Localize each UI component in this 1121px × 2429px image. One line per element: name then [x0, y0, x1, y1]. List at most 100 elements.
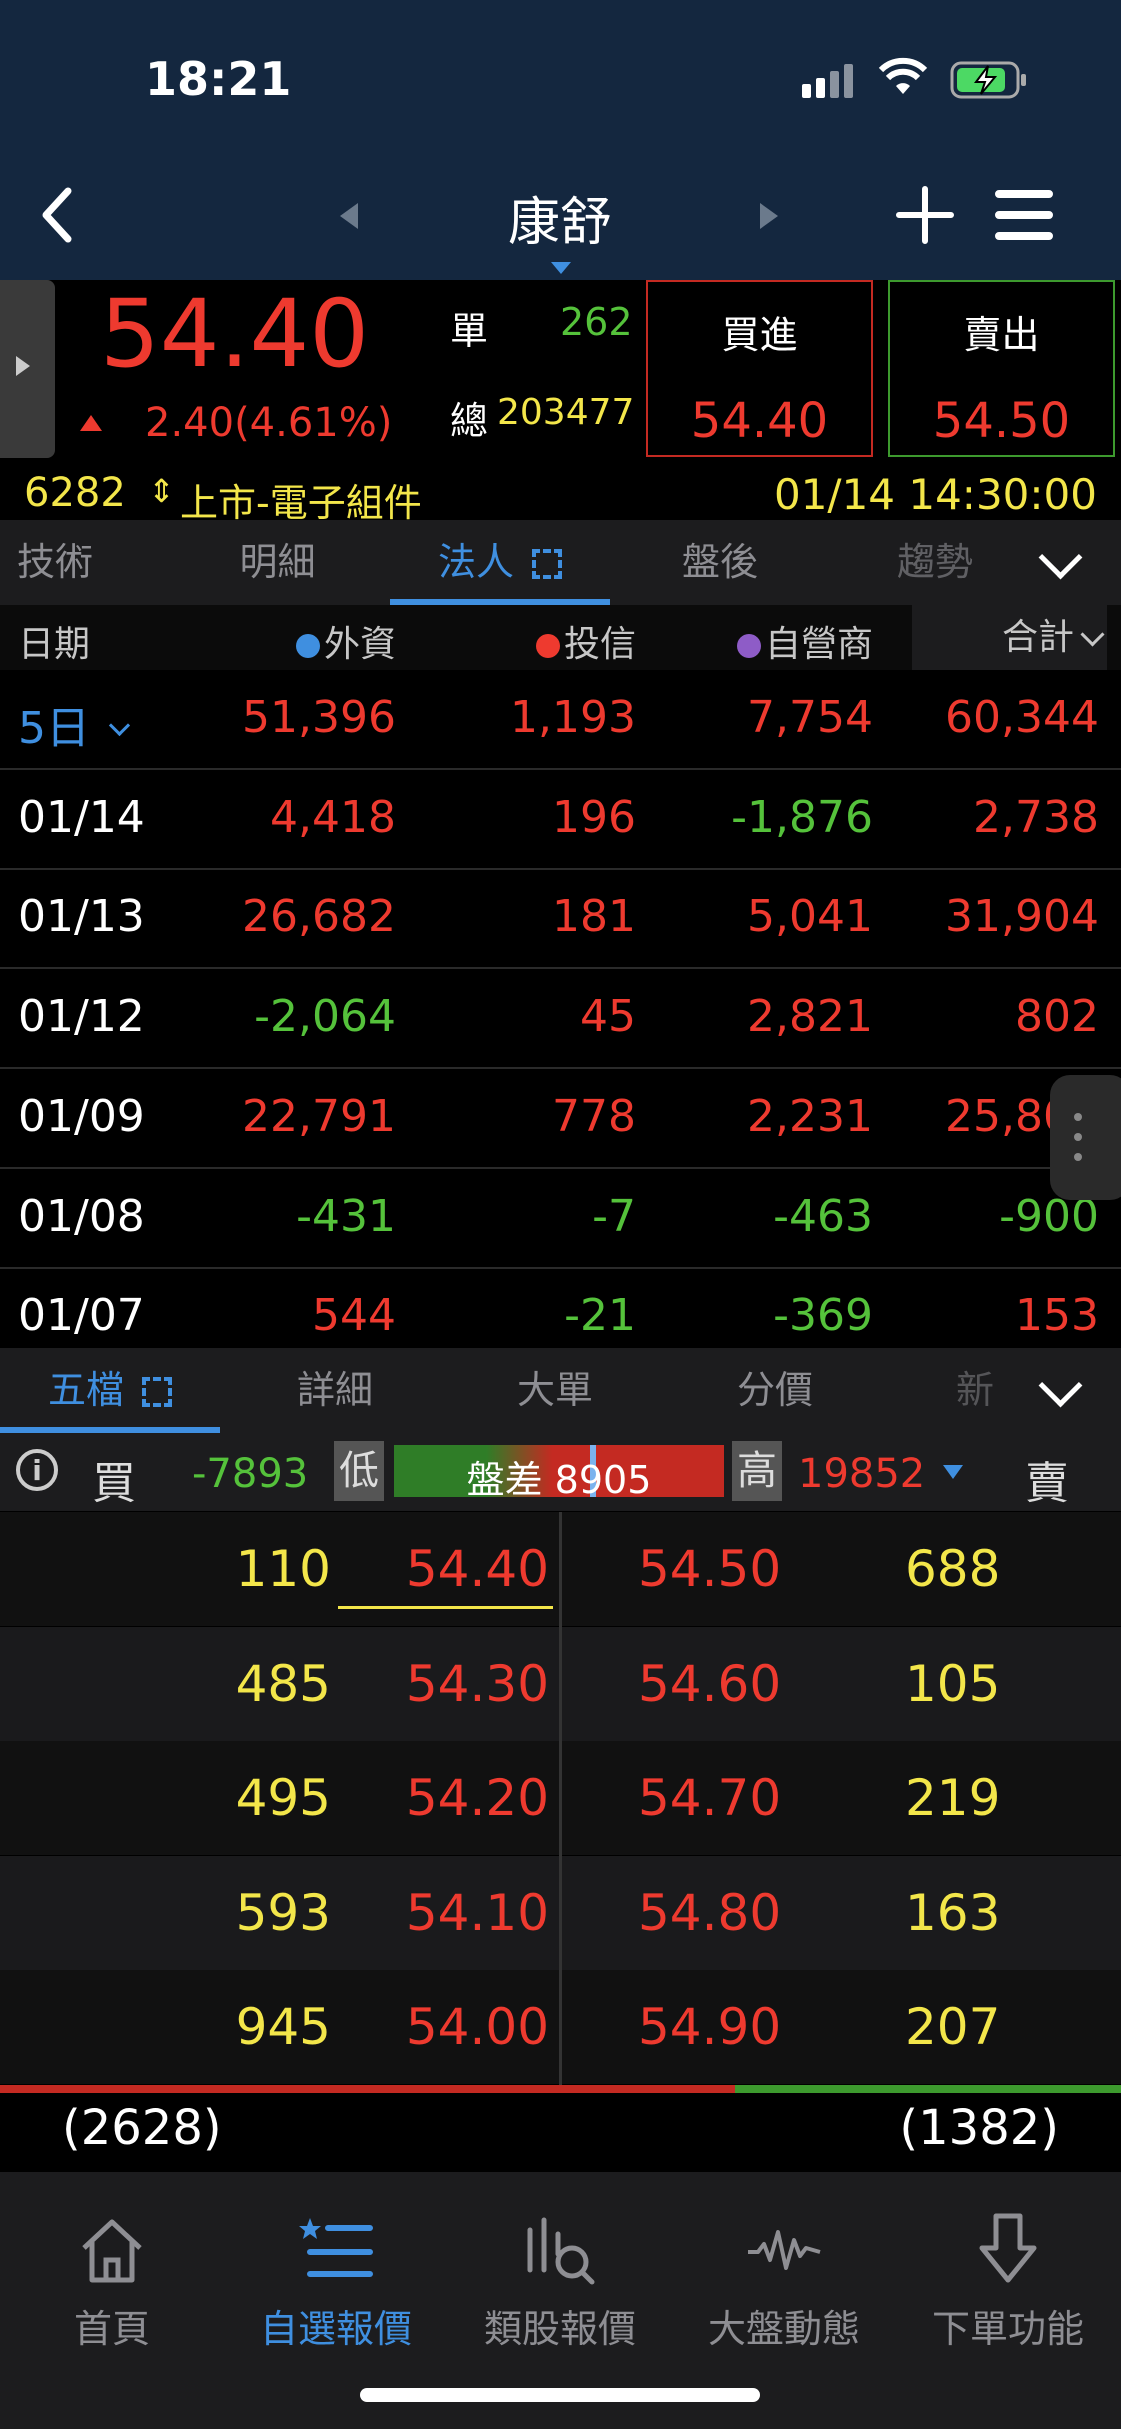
cell-dealer: 2,231 [747, 1090, 873, 1142]
price-change: 2.40(4.61%) [145, 400, 393, 446]
chevron-down-icon [1080, 622, 1105, 647]
chevron-down-icon[interactable] [1038, 1363, 1083, 1408]
spread-diff: 盤差 8905 [466, 1458, 652, 1502]
row-date: 01/09 [18, 1090, 145, 1142]
nav-watchlist-label: 自選報價 [259, 2307, 412, 2351]
bid-box[interactable]: 買進 54.40 [646, 280, 873, 457]
tab-trend[interactable]: 趨勢 [880, 520, 990, 605]
tab-big-orders[interactable]: 大單 [490, 1348, 620, 1433]
battery-icon [950, 60, 1028, 104]
tab-technical[interactable]: 技術 [0, 520, 110, 605]
quote-datetime: 01/14 14:30:00 [773, 470, 1097, 519]
nav-market[interactable]: 大盤動態 [672, 2172, 896, 2353]
tab-institutional[interactable]: 法人 [390, 520, 610, 605]
ask-qty: 105 [905, 1654, 1001, 1713]
cell-dealer: 7,754 [747, 692, 873, 743]
analysis-tabs: 技術 明細 法人 盤後 趨勢 [0, 520, 1121, 605]
nav-sector-label: 類股報價 [483, 2307, 636, 2351]
spread-bar: i 買 -7893 低 盤差 8905 高 19852 賣 [0, 1433, 1121, 1511]
trust-dot-icon [535, 634, 560, 658]
cell-foreign: 26,682 [242, 891, 396, 943]
total-volume-label: 總 [450, 399, 489, 443]
table-row: 01/12 -2,064 45 2,821 802 [0, 969, 1121, 1070]
ask-box[interactable]: 賣出 54.50 [888, 280, 1115, 457]
cell-dealer: 5,041 [747, 891, 873, 943]
row-date: 01/12 [18, 991, 145, 1043]
prev-stock-icon[interactable] [340, 203, 358, 229]
tab-after-hours[interactable]: 盤後 [660, 520, 780, 605]
ask-price: 54.50 [932, 393, 1071, 449]
cell-total: 153 [1015, 1290, 1099, 1342]
cell-dealer: -1,876 [731, 791, 873, 843]
bid-price: 54.30 [405, 1654, 549, 1713]
scroll-handle[interactable] [1050, 1075, 1121, 1200]
sell-label: 賣 [1025, 1458, 1069, 1509]
ask-price: 54.90 [638, 1998, 782, 2057]
chevron-down-icon[interactable] [1038, 535, 1083, 580]
nav-market-label: 大盤動態 [707, 2307, 860, 2351]
status-time: 18:21 [145, 52, 292, 106]
summary-row: 5日 51,396 1,193 7,754 60,344 [0, 670, 1121, 770]
order-book-divider [559, 1512, 562, 2087]
expand-icon[interactable] [532, 549, 563, 579]
row-date: 01/08 [18, 1190, 145, 1242]
row-date: 01/13 [18, 891, 145, 943]
nav-home[interactable]: 首頁 [0, 2172, 224, 2353]
tab-details[interactable]: 詳細 [270, 1348, 400, 1433]
cell-trust: -21 [564, 1290, 636, 1342]
add-icon[interactable] [895, 185, 955, 249]
last-price-underline [338, 1606, 553, 1609]
sort-arrows-icon[interactable]: ⇕ [148, 472, 175, 510]
cell-foreign: 51,396 [242, 692, 396, 743]
market-sector: 上市-電子組件 [180, 481, 422, 525]
ask-total: (1382) [899, 2100, 1059, 2156]
tab-news[interactable]: 新 [940, 1348, 1010, 1433]
nav-watchlist[interactable]: 自選報價 [224, 2172, 448, 2353]
col-trust: 投信 [535, 615, 636, 667]
col-total-label: 合計 [1001, 617, 1074, 658]
cell-dealer: -369 [773, 1290, 873, 1342]
bid-qty: 110 [235, 1540, 331, 1598]
tab-price-dist[interactable]: 分價 [710, 1348, 840, 1433]
col-dealer-label: 自營商 [764, 624, 873, 665]
cell-foreign: 22,791 [242, 1090, 396, 1142]
col-total[interactable]: 合計 [911, 605, 1107, 670]
cell-trust: 45 [580, 991, 636, 1043]
stock-title[interactable]: 康舒 [460, 180, 660, 255]
tab-detail[interactable]: 明細 [215, 520, 340, 605]
info-icon[interactable]: i [16, 1449, 58, 1491]
dealer-dot-icon [736, 634, 761, 658]
bid-qty: 945 [235, 1998, 331, 2057]
tab-best-five[interactable]: 五檔 [0, 1348, 220, 1433]
total-volume: 203477 [497, 392, 635, 433]
cell-foreign: 544 [312, 1290, 396, 1342]
ask-qty: 219 [905, 1769, 1001, 1828]
back-button[interactable] [36, 185, 76, 249]
ask-price: 54.50 [638, 1540, 782, 1598]
cell-trust: -7 [592, 1190, 636, 1242]
side-panel-handle[interactable] [0, 280, 55, 458]
bid-label: 買進 [721, 313, 798, 357]
chart-search-icon [448, 2210, 672, 2290]
cell-trust: 181 [552, 891, 636, 943]
cell-dealer: 2,821 [747, 991, 873, 1043]
menu-icon[interactable] [995, 188, 1053, 246]
bid-ratio-bar [0, 2085, 735, 2093]
table-header: 日期 外資 投信 自營商 合計 [0, 605, 1121, 670]
nav-order[interactable]: 下單功能 [896, 2172, 1120, 2353]
bid-price: 54.00 [405, 1998, 549, 2057]
foreign-dot-icon [295, 634, 320, 658]
single-volume: 262 [560, 300, 633, 344]
cell-total: 31,904 [945, 891, 1099, 943]
bid-price: 54.20 [405, 1769, 549, 1828]
dropdown-triangle-icon[interactable] [943, 1465, 963, 1479]
col-dealer: 自營商 [736, 615, 873, 667]
period-selector[interactable]: 5日 [18, 692, 131, 756]
next-stock-icon[interactable] [760, 203, 778, 229]
tab-best-five-label: 五檔 [47, 1368, 124, 1412]
cell-foreign: -2,064 [254, 991, 396, 1043]
ask-price: 54.70 [638, 1769, 782, 1828]
nav-sector[interactable]: 類股報價 [448, 2172, 672, 2353]
col-foreign-label: 外資 [323, 624, 396, 665]
expand-icon[interactable] [142, 1377, 173, 1407]
